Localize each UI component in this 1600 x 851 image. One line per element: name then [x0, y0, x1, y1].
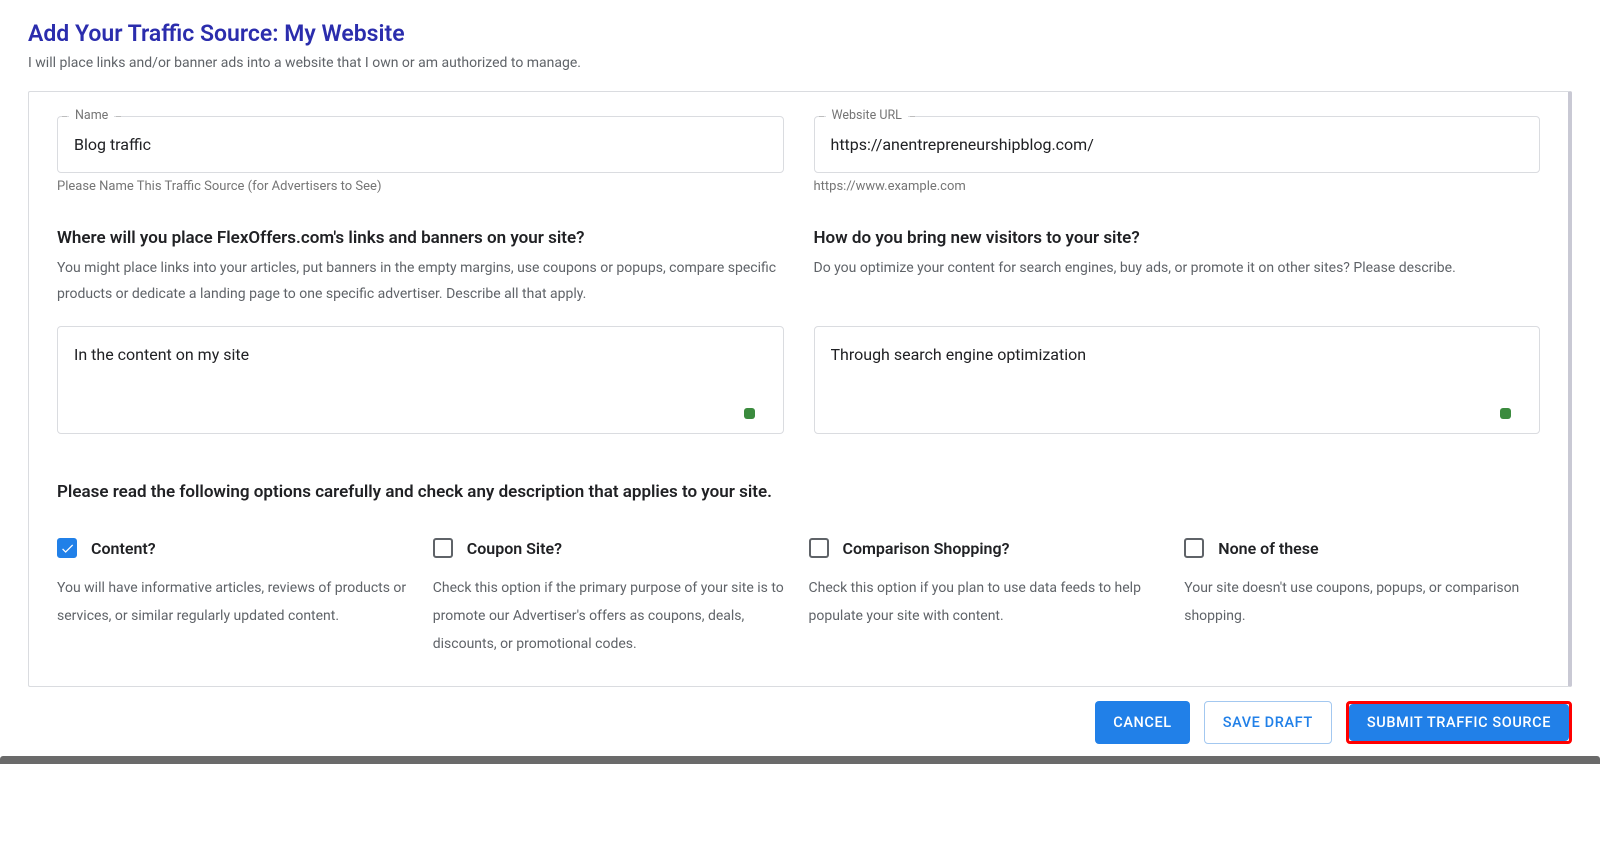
- url-field-wrapper[interactable]: Website URL: [814, 116, 1541, 173]
- visitors-heading: How do you bring new visitors to your si…: [814, 228, 1541, 248]
- grammarly-icon[interactable]: [744, 408, 755, 419]
- none-option-desc: Your site doesn't use coupons, popups, o…: [1184, 574, 1540, 630]
- none-checkbox-label: None of these: [1218, 539, 1318, 558]
- url-helper: https://www.example.com: [814, 179, 1541, 194]
- placement-heading: Where will you place FlexOffers.com's li…: [57, 228, 784, 248]
- coupon-checkbox-label: Coupon Site?: [467, 539, 562, 558]
- placement-textarea[interactable]: [74, 345, 767, 415]
- content-option-desc: You will have informative articles, revi…: [57, 574, 413, 630]
- page-title: Add Your Traffic Source: My Website: [28, 20, 1572, 47]
- visitors-desc: Do you optimize your content for search …: [814, 256, 1541, 308]
- visitors-textarea[interactable]: [831, 345, 1524, 415]
- options-heading: Please read the following options carefu…: [57, 482, 1540, 502]
- bottom-shadow: [0, 756, 1600, 764]
- name-input[interactable]: [74, 135, 767, 154]
- form-card: Name Please Name This Traffic Source (fo…: [28, 91, 1572, 687]
- submit-button[interactable]: SUBMIT TRAFFIC SOURCE: [1349, 704, 1569, 741]
- name-helper: Please Name This Traffic Source (for Adv…: [57, 179, 784, 194]
- name-label: Name: [69, 108, 114, 123]
- content-checkbox[interactable]: [57, 538, 77, 558]
- grammarly-icon[interactable]: [1500, 408, 1511, 419]
- url-input[interactable]: [831, 135, 1524, 154]
- checkmark-icon: [60, 541, 75, 556]
- coupon-option-desc: Check this option if the primary purpose…: [433, 574, 789, 658]
- page-subtitle: I will place links and/or banner ads int…: [28, 55, 1572, 71]
- placement-desc: You might place links into your articles…: [57, 256, 784, 308]
- comparison-option-desc: Check this option if you plan to use dat…: [809, 574, 1165, 630]
- comparison-checkbox-label: Comparison Shopping?: [843, 539, 1010, 558]
- save-draft-button[interactable]: SAVE DRAFT: [1204, 701, 1332, 744]
- comparison-checkbox[interactable]: [809, 538, 829, 558]
- name-field-wrapper[interactable]: Name: [57, 116, 784, 173]
- content-checkbox-label: Content?: [91, 539, 156, 558]
- placement-textarea-wrapper[interactable]: [57, 326, 784, 434]
- url-label: Website URL: [826, 108, 908, 123]
- none-checkbox[interactable]: [1184, 538, 1204, 558]
- footer-actions: CANCEL SAVE DRAFT SUBMIT TRAFFIC SOURCE: [28, 687, 1572, 756]
- coupon-checkbox[interactable]: [433, 538, 453, 558]
- cancel-button[interactable]: CANCEL: [1095, 701, 1189, 744]
- submit-highlight: SUBMIT TRAFFIC SOURCE: [1346, 701, 1572, 744]
- visitors-textarea-wrapper[interactable]: [814, 326, 1541, 434]
